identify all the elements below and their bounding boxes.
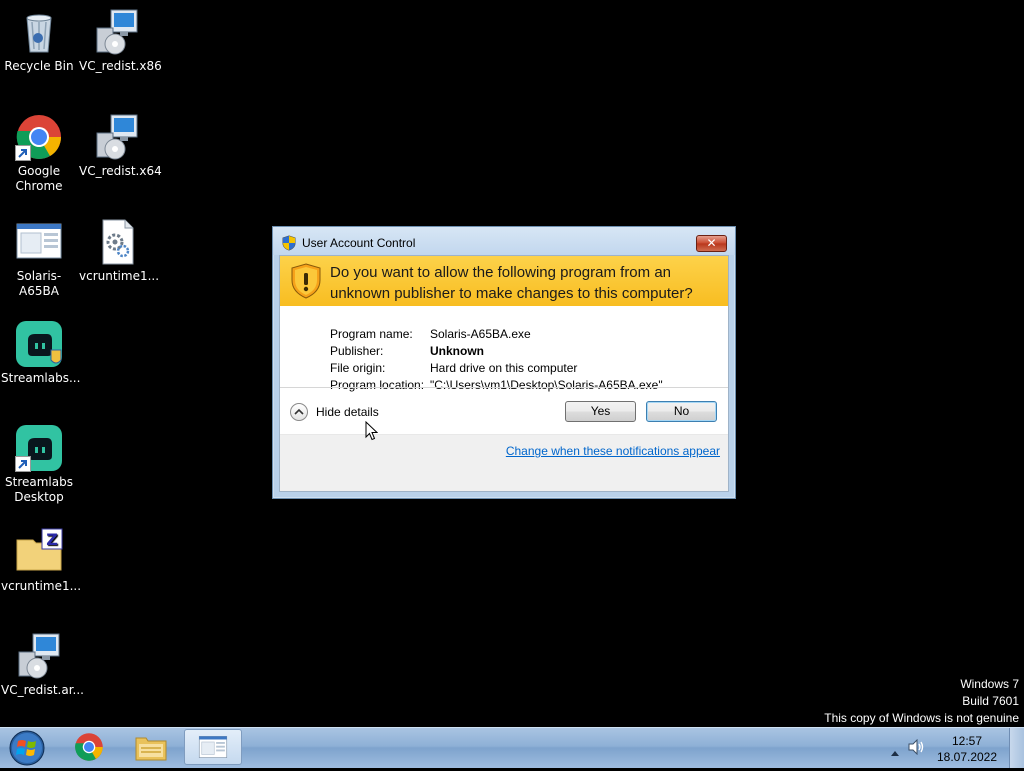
- detail-value: Solaris-A65BA.exe: [430, 327, 531, 341]
- detail-row: Program location: "C:\Users\vm1\Desktop\…: [330, 377, 663, 394]
- windows-orb-icon: [9, 730, 45, 766]
- hide-details-toggle[interactable]: Hide details: [290, 402, 379, 422]
- folder-icon: [135, 737, 167, 761]
- change-notifications-link[interactable]: Change when these notifications appear: [506, 444, 720, 458]
- chrome-icon: [15, 113, 63, 161]
- clock-time: 12:57: [951, 734, 983, 748]
- installer-icon: [15, 632, 63, 680]
- desktop-icon-label: VC_redist.ar...: [1, 683, 84, 697]
- warning-shield-icon: [290, 263, 322, 299]
- desktop-icon-vcruntime-dll[interactable]: vcruntime1...: [78, 218, 160, 284]
- detail-value: Unknown: [430, 344, 484, 358]
- no-button[interactable]: No: [646, 401, 717, 422]
- desktop-icon-label: VC_redist.x64: [79, 164, 162, 178]
- desktop-icon-streamlabs[interactable]: Streamlabs...: [0, 320, 81, 386]
- desktop-icon-google-chrome[interactable]: Google Chrome: [0, 113, 78, 194]
- program-details: Program name: Solaris-A65BA.exe Publishe…: [330, 326, 663, 394]
- desktop-icon-vc-redist-arm[interactable]: VC_redist.ar...: [0, 632, 84, 698]
- dialog-titlebar[interactable]: User Account Control ✕: [273, 227, 735, 255]
- uac-shield-icon: [281, 235, 297, 251]
- installer-icon: [93, 8, 141, 56]
- taskbar-explorer[interactable]: [124, 729, 178, 765]
- watermark-line: This copy of Windows is not genuine: [824, 711, 1019, 725]
- uac-dialog: User Account Control ✕ Do you want to al…: [272, 226, 736, 499]
- watermark-line: Windows 7: [960, 677, 1019, 691]
- installer-icon: [93, 113, 141, 161]
- desktop-icon-label: VC_redist.x86: [79, 59, 162, 73]
- desktop-icon-label: Streamlabs...: [1, 371, 81, 385]
- taskbar: 12:57 18.07.2022: [0, 727, 1024, 768]
- detail-key: Program location:: [330, 378, 425, 392]
- exe-icon: [198, 736, 228, 758]
- detail-value: "C:\Users\vm1\Desktop\Solaris-A65BA.exe": [430, 378, 663, 392]
- desktop-icon-label: vcruntime1...: [1, 579, 82, 593]
- shortcut-arrow-icon: [15, 456, 31, 472]
- chrome-icon: [75, 733, 103, 761]
- show-hidden-icons-button[interactable]: [890, 742, 900, 756]
- desktop-icon-recycle-bin[interactable]: Recycle Bin: [0, 8, 78, 74]
- taskbar-solaris-window[interactable]: [184, 729, 242, 765]
- exe-icon: [15, 218, 63, 266]
- detail-key: File origin:: [330, 361, 386, 375]
- streamlabs-icon: [15, 424, 63, 472]
- streamlabs-icon: [15, 320, 63, 368]
- detail-row: Program name: Solaris-A65BA.exe: [330, 326, 663, 343]
- chevron-up-icon: [290, 403, 308, 421]
- hide-details-label: Hide details: [316, 405, 379, 419]
- svg-text:Z: Z: [46, 530, 58, 549]
- detail-row: Publisher: Unknown: [330, 343, 663, 360]
- desktop-icon-vc-redist-x86[interactable]: VC_redist.x86: [78, 8, 162, 74]
- mouse-cursor-icon: [365, 420, 379, 441]
- desktop-icon-vcruntime-zip[interactable]: Z vcruntime1...: [0, 528, 82, 594]
- close-button[interactable]: ✕: [696, 235, 727, 252]
- recycle-bin-icon: [15, 8, 63, 56]
- volume-button[interactable]: [908, 738, 926, 756]
- show-desktop-button[interactable]: [1009, 728, 1024, 768]
- detail-key: Program name:: [330, 327, 413, 341]
- desktop-icon-vc-redist-x64[interactable]: VC_redist.x64: [78, 113, 162, 179]
- watermark-line: Build 7601: [962, 694, 1019, 708]
- taskbar-chrome[interactable]: [62, 729, 116, 765]
- desktop-icon-label: Google Chrome: [15, 164, 63, 193]
- uac-question: Do you want to allow the following progr…: [330, 264, 693, 302]
- detail-value: Hard drive on this computer: [430, 361, 578, 375]
- divider: [280, 387, 728, 388]
- warning-banner: Do you want to allow the following progr…: [280, 256, 728, 306]
- zip-folder-icon: Z: [15, 528, 63, 576]
- desktop-icon-label: Streamlabs Desktop: [5, 475, 73, 504]
- windows-watermark: Windows 7 Build 7601 This copy of Window…: [824, 676, 1019, 727]
- detail-key: Publisher:: [330, 344, 384, 358]
- desktop-icon-streamlabs-desktop[interactable]: Streamlabs Desktop: [0, 424, 78, 505]
- speaker-icon: [908, 738, 924, 756]
- dialog-title: User Account Control: [302, 236, 416, 250]
- start-button[interactable]: [5, 729, 49, 767]
- desktop-icon-label: Solaris-A65BA: [16, 269, 62, 298]
- chevron-up-icon: [891, 751, 899, 756]
- yes-button[interactable]: Yes: [565, 401, 636, 422]
- detail-row: File origin: Hard drive on this computer: [330, 360, 663, 377]
- clock-date: 18.07.2022: [936, 750, 998, 764]
- desktop-icon-label: Recycle Bin: [4, 59, 74, 73]
- close-icon: ✕: [706, 236, 717, 250]
- shortcut-arrow-icon: [15, 145, 31, 161]
- desktop-icon-solaris[interactable]: Solaris-A65BA: [0, 218, 78, 299]
- system-clock[interactable]: 12:57 18.07.2022: [936, 733, 998, 765]
- dll-settings-icon: [93, 218, 141, 266]
- dialog-body: Do you want to allow the following progr…: [279, 255, 729, 492]
- desktop-icon-label: vcruntime1...: [79, 269, 160, 283]
